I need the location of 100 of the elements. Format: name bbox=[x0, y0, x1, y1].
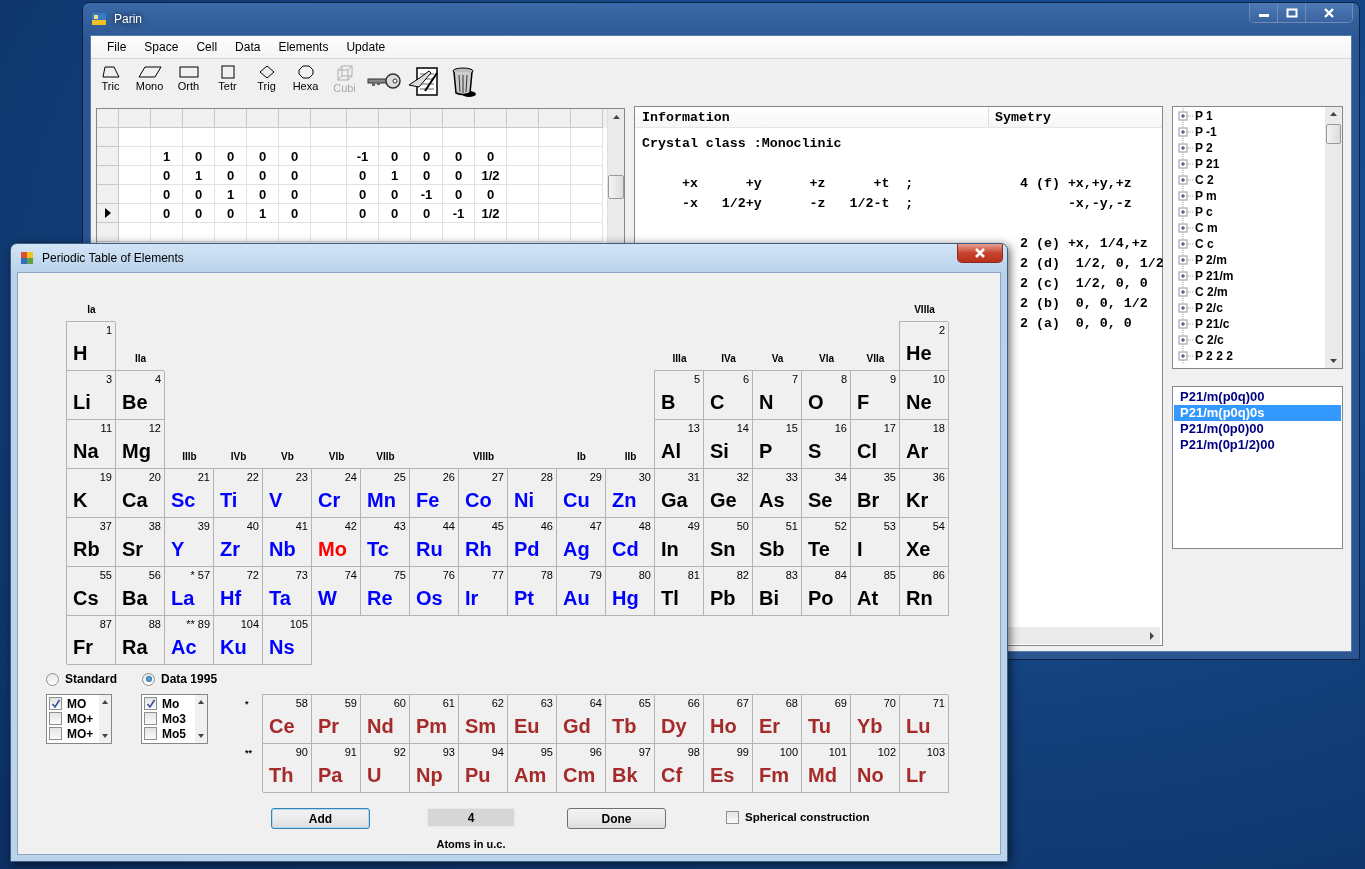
grid-cell[interactable]: 0 bbox=[379, 185, 411, 204]
grid-cell[interactable] bbox=[507, 166, 539, 185]
tree-item-label[interactable]: P -1 bbox=[1195, 125, 1217, 139]
scrollbar[interactable] bbox=[1325, 107, 1342, 368]
grid-cell[interactable] bbox=[571, 147, 603, 166]
checklist-label[interactable]: MO bbox=[67, 696, 87, 711]
plus-box-icon[interactable] bbox=[1178, 284, 1194, 300]
radio-label[interactable]: Standard bbox=[65, 672, 117, 686]
plus-box-icon[interactable] bbox=[1178, 108, 1194, 124]
toolbar-button[interactable]: Orth bbox=[169, 61, 208, 101]
tree-item-label[interactable]: C c bbox=[1195, 237, 1214, 251]
grid-cell[interactable] bbox=[311, 223, 347, 242]
scroll-thumb[interactable] bbox=[608, 175, 624, 199]
element-tile[interactable]: 86 Rn bbox=[900, 567, 949, 616]
list-item[interactable]: P21/m(0p1/2)00 bbox=[1174, 437, 1341, 453]
tree-item-label[interactable]: C 2/c bbox=[1195, 333, 1224, 347]
grid-cell[interactable] bbox=[539, 223, 571, 242]
grid-cell[interactable] bbox=[311, 147, 347, 166]
checklist-label[interactable]: Mo bbox=[162, 696, 180, 711]
grid-cell[interactable] bbox=[183, 128, 215, 147]
grid-cell[interactable]: 0 bbox=[347, 185, 379, 204]
checklist-label[interactable]: Mo3 bbox=[162, 711, 186, 726]
column-header[interactable] bbox=[311, 109, 347, 128]
grid-cell[interactable]: 0 bbox=[347, 204, 379, 223]
grid-cell[interactable] bbox=[539, 147, 571, 166]
grid-cell[interactable]: 1 bbox=[379, 166, 411, 185]
minimize-button[interactable] bbox=[1250, 3, 1278, 22]
toolbar-button[interactable]: Hexa bbox=[286, 61, 325, 101]
plus-box-icon[interactable] bbox=[1178, 140, 1194, 156]
menu-item[interactable]: File bbox=[98, 40, 136, 54]
grid-cell[interactable]: 0 bbox=[443, 185, 475, 204]
grid-cell[interactable] bbox=[311, 128, 347, 147]
grid-cell[interactable] bbox=[119, 223, 151, 242]
checkbox[interactable] bbox=[726, 810, 739, 824]
grid-cell[interactable] bbox=[507, 128, 539, 147]
column-header[interactable] bbox=[247, 109, 279, 128]
atom-count-field[interactable]: 4 bbox=[427, 808, 515, 827]
grid-cell[interactable]: 0 bbox=[279, 204, 311, 223]
column-header[interactable] bbox=[411, 109, 443, 128]
radio-label[interactable]: Data 1995 bbox=[161, 672, 218, 686]
grid-cell[interactable] bbox=[571, 204, 603, 223]
column-header[interactable] bbox=[347, 109, 379, 128]
menu-item[interactable]: Elements bbox=[269, 40, 338, 54]
column-header[interactable] bbox=[539, 109, 571, 128]
checkbox[interactable] bbox=[144, 727, 157, 740]
grid-cell[interactable] bbox=[119, 147, 151, 166]
add-button[interactable]: Add bbox=[271, 808, 370, 829]
grid-cell[interactable] bbox=[311, 204, 347, 223]
grid-cell[interactable]: 0 bbox=[475, 147, 507, 166]
grid-cell[interactable] bbox=[215, 128, 247, 147]
grid-cell[interactable] bbox=[539, 128, 571, 147]
menu-item[interactable]: Space bbox=[135, 40, 188, 54]
close-button[interactable] bbox=[957, 244, 1003, 263]
grid-cell[interactable] bbox=[475, 223, 507, 242]
grid-cell[interactable] bbox=[347, 223, 379, 242]
tree-item-label[interactable]: P 21/m bbox=[1195, 269, 1234, 283]
grid-cell[interactable] bbox=[379, 223, 411, 242]
checkbox[interactable] bbox=[49, 727, 62, 740]
element-tile[interactable]: 1 H bbox=[67, 322, 116, 371]
grid-cell[interactable] bbox=[571, 166, 603, 185]
plus-box-icon[interactable] bbox=[1178, 348, 1194, 364]
menu-item[interactable]: Data bbox=[226, 40, 270, 54]
tree-item-label[interactable]: C m bbox=[1195, 221, 1218, 235]
plus-box-icon[interactable] bbox=[1178, 332, 1194, 348]
checkbox-label[interactable]: Spherical construction bbox=[745, 811, 870, 823]
plus-box-icon[interactable] bbox=[1178, 188, 1194, 204]
grid-cell[interactable]: 0 bbox=[347, 166, 379, 185]
column-header[interactable] bbox=[119, 109, 151, 128]
menu-item[interactable]: Update bbox=[337, 40, 395, 54]
radio-button[interactable] bbox=[46, 672, 59, 686]
radio-button[interactable] bbox=[142, 672, 155, 686]
grid-cell[interactable]: 0 bbox=[475, 185, 507, 204]
grid-cell[interactable] bbox=[311, 185, 347, 204]
grid-cell[interactable]: 1/2 bbox=[475, 204, 507, 223]
tree-item-label[interactable]: P m bbox=[1195, 189, 1217, 203]
grid-cell[interactable]: 0 bbox=[411, 166, 443, 185]
element-tile[interactable]: 2 He bbox=[900, 322, 949, 371]
grid-cell[interactable]: 0 bbox=[215, 204, 247, 223]
element-tile[interactable]: 58 Ce bbox=[263, 695, 312, 744]
column-header[interactable] bbox=[475, 109, 507, 128]
row-header[interactable] bbox=[97, 204, 119, 223]
column-header[interactable] bbox=[571, 109, 603, 128]
grid-cell[interactable]: 0 bbox=[411, 204, 443, 223]
grid-cell[interactable]: 0 bbox=[183, 147, 215, 166]
tree-item-label[interactable]: P 21 bbox=[1195, 157, 1220, 171]
grid-cell[interactable] bbox=[411, 223, 443, 242]
element-tile[interactable]: 71 Lu bbox=[900, 695, 949, 744]
column-header[interactable] bbox=[507, 109, 539, 128]
grid-cell[interactable] bbox=[571, 128, 603, 147]
menu-item[interactable]: Cell bbox=[187, 40, 227, 54]
grid-cell[interactable] bbox=[279, 223, 311, 242]
grid-cell[interactable] bbox=[539, 204, 571, 223]
grid-cell[interactable]: 1 bbox=[183, 166, 215, 185]
element-tile[interactable]: 87 Fr bbox=[67, 616, 116, 665]
plus-box-icon[interactable] bbox=[1178, 204, 1194, 220]
element-tile[interactable]: 103 Lr bbox=[900, 744, 949, 793]
grid-cell[interactable] bbox=[507, 147, 539, 166]
grid-cell[interactable]: 0 bbox=[247, 147, 279, 166]
grid-cell[interactable]: 0 bbox=[411, 147, 443, 166]
tree-item-label[interactable]: P 2/c bbox=[1195, 301, 1223, 315]
